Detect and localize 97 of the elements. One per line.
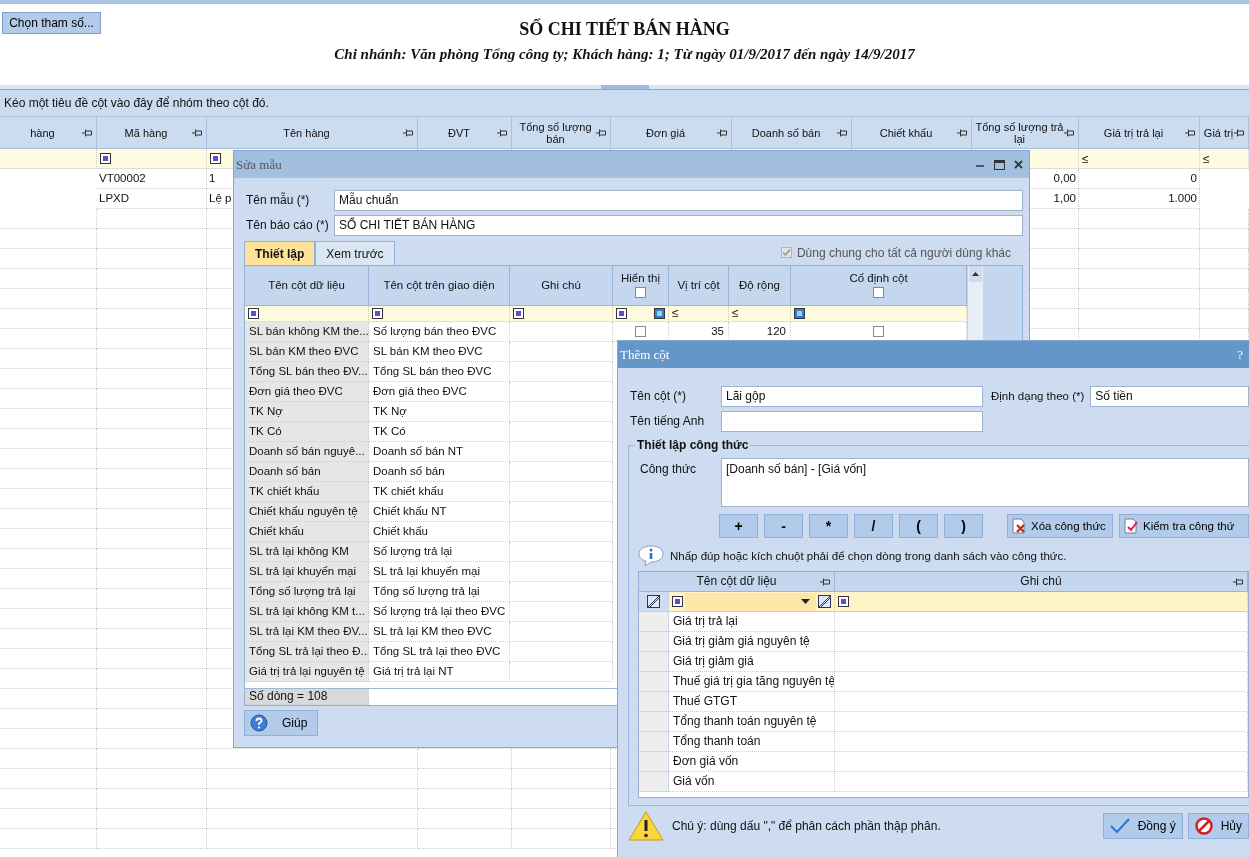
table-cell: SL trả lại khuyến mại xyxy=(369,561,510,582)
table-cell: TK chiết khấu xyxy=(369,481,510,502)
table-cell: TK chiết khấu xyxy=(245,481,369,502)
table-cell: SL trả lại không KM xyxy=(245,541,369,562)
filter-operator[interactable]: ≤ xyxy=(732,306,739,321)
column-header[interactable]: Hiển thị xyxy=(621,272,660,285)
table-cell: Tổng số lượng trả lại xyxy=(369,581,510,602)
field-label: Tên tiếng Anh xyxy=(629,414,706,428)
table-cell: SL bán không KM the... xyxy=(245,321,369,342)
row-count: Số dòng = 108 xyxy=(245,689,369,705)
operator-button[interactable]: ) xyxy=(944,514,983,538)
note-text: Chú ý: dùng dấu "," để phân cách phần thập phân. xyxy=(672,819,942,833)
field-label: Tên mẫu (*) xyxy=(245,193,311,207)
table-cell: Số lượng trả lại xyxy=(369,541,510,562)
table-cell: Đơn giá theo ĐVC xyxy=(369,381,510,402)
table-cell: Giá trị trả lại xyxy=(669,612,835,632)
table-cell: 0 xyxy=(1079,169,1200,189)
checkbox-label: Dùng chung cho tất cả người dùng khác xyxy=(796,245,1011,260)
table-cell: Tổng SL bán theo ĐV... xyxy=(245,361,369,382)
table-cell: Tổng thanh toán xyxy=(669,732,835,752)
table-cell: Doanh số bán nguyê... xyxy=(245,441,369,462)
table-cell: Tổng số lượng trả lại xyxy=(245,581,369,602)
table-cell: SL trả lại khuyến mại xyxy=(245,561,369,582)
table-cell: Giá trị giảm giá nguyên tệ xyxy=(669,632,835,652)
parameters-button[interactable]: Chọn tham số... xyxy=(2,12,101,34)
text-field[interactable]: Lãi gộp xyxy=(721,385,983,407)
field-label: Công thức xyxy=(639,461,698,478)
action-button[interactable]: Kiểm tra công thứ xyxy=(1119,514,1249,538)
tab[interactable]: Xem trước xyxy=(315,241,395,265)
table-cell: SL bán KM theo ĐVC xyxy=(245,341,369,362)
text-field[interactable]: Mẫu chuẩn xyxy=(334,189,1023,211)
table-cell: SL trả lại KM theo ĐV... xyxy=(245,621,369,642)
column-header[interactable]: Tên cột dữ liệu xyxy=(268,279,345,292)
table-cell: LPXD xyxy=(97,189,207,209)
table-cell: 1.000 xyxy=(1079,189,1200,209)
table-cell: SL trả lại KM theo ĐVC xyxy=(369,621,510,642)
table-cell: Số lượng bán theo ĐVC xyxy=(369,321,510,342)
filter-operator[interactable]: ≤ xyxy=(1203,151,1210,166)
table-cell: Doanh số bán xyxy=(369,461,510,482)
table-cell: Chiết khấu nguyên tệ xyxy=(245,501,369,522)
table-cell: Giá vốn xyxy=(669,772,835,792)
table-cell: Thuế GTGT xyxy=(669,692,835,712)
table-cell: Số lượng trả lại theo ĐVC xyxy=(369,601,510,622)
column-header[interactable]: Ghi chú xyxy=(541,279,581,292)
dialog-button[interactable]: Đồng ý xyxy=(1102,813,1183,839)
table-cell: Thuế giá trị gia tăng nguyên tệ xyxy=(669,672,835,692)
filter-operator[interactable]: ≤ xyxy=(672,306,679,321)
table-cell: TK Có xyxy=(245,421,369,442)
tab[interactable]: Thiết lập xyxy=(244,241,316,265)
column-header[interactable]: Vị trí cột xyxy=(677,279,720,292)
column-header[interactable]: Độ rộng xyxy=(739,279,780,292)
formula-field[interactable]: [Doanh số bán] - [Giá vốn] xyxy=(721,458,1249,507)
table-cell: Tổng SL trả lại theo ĐVC xyxy=(369,641,510,662)
report-title: SỔ CHI TIẾT BÁN HÀNG xyxy=(519,19,730,40)
table-cell: Tổng thanh toán nguyên tệ xyxy=(669,712,835,732)
table-cell: Đơn giá vốn xyxy=(669,752,835,772)
table-cell: TK Có xyxy=(369,421,510,442)
filter-cell[interactable]: ≤ xyxy=(1200,149,1249,169)
table-cell: TK Nợ xyxy=(245,401,369,422)
table-cell: Chiết khấu xyxy=(369,521,510,542)
field-label: Định dạng theo (*) xyxy=(991,390,1085,402)
table-cell: VT00002 xyxy=(97,169,207,189)
action-button[interactable]: Xóa công thức xyxy=(1007,514,1113,538)
operator-button[interactable]: - xyxy=(764,514,803,538)
column-header[interactable]: Cố định cột xyxy=(849,272,908,285)
field-label: Tên báo cáo (*) xyxy=(245,218,330,232)
table-cell: Đơn giá theo ĐVC xyxy=(245,381,369,402)
hint-text: Nhấp đúp hoặc kích chuột phải để chọn dòng trong danh sách vào công thức. xyxy=(670,550,1067,562)
table-cell: Giá trị trả lại NT xyxy=(369,661,510,682)
filter-cell[interactable]: ≤ xyxy=(729,305,791,322)
column-header[interactable]: Tên cột trên giao diện xyxy=(383,279,495,292)
help-button[interactable]: Giúp xyxy=(244,710,318,736)
group-panel-hint: Kéo một tiêu đề cột vào đây để nhóm theo cột đó. xyxy=(0,90,1249,116)
field-label: Tên cột (*) xyxy=(629,389,687,403)
table-cell: Chiết khấu NT xyxy=(369,501,510,522)
table-cell: TK Nợ xyxy=(369,401,510,422)
table-cell: Doanh số bán NT xyxy=(369,441,510,462)
dialog-button[interactable]: Hủy xyxy=(1187,813,1249,839)
table-cell: SL trả lại không KM t... xyxy=(245,601,369,622)
group-title: Thiết lập công thức xyxy=(636,438,750,452)
filter-cell[interactable]: ≤ xyxy=(669,305,729,322)
operator-button[interactable]: ( xyxy=(899,514,938,538)
table-cell: SL bán KM theo ĐVC xyxy=(369,341,510,362)
filter-cell[interactable]: ≤ xyxy=(1079,149,1200,169)
report-subtitle: Chi nhánh: Văn phòng Tổng công ty; Khách hàng: 1; Từ ngày 01/9/2017 đến ngày 14/9/2017 xyxy=(334,46,915,63)
table-cell: Chiết khấu xyxy=(245,521,369,542)
dropdown-field[interactable]: Số tiền xyxy=(1090,385,1249,407)
table-cell: Doanh số bán xyxy=(245,461,369,482)
operator-button[interactable]: * xyxy=(809,514,848,538)
table-cell: Giá trị giảm giá xyxy=(669,652,835,672)
text-field[interactable]: SỔ CHI TIẾT BÁN HÀNG xyxy=(334,214,1023,236)
filter-operator[interactable]: ≤ xyxy=(1082,151,1089,166)
operator-button[interactable]: / xyxy=(854,514,893,538)
table-cell: Giá trị trả lại nguyên tệ xyxy=(245,661,369,682)
table-cell: Tổng SL bán theo ĐVC xyxy=(369,361,510,382)
window-title: Thêm cột xyxy=(620,346,670,363)
operator-button[interactable]: + xyxy=(719,514,758,538)
